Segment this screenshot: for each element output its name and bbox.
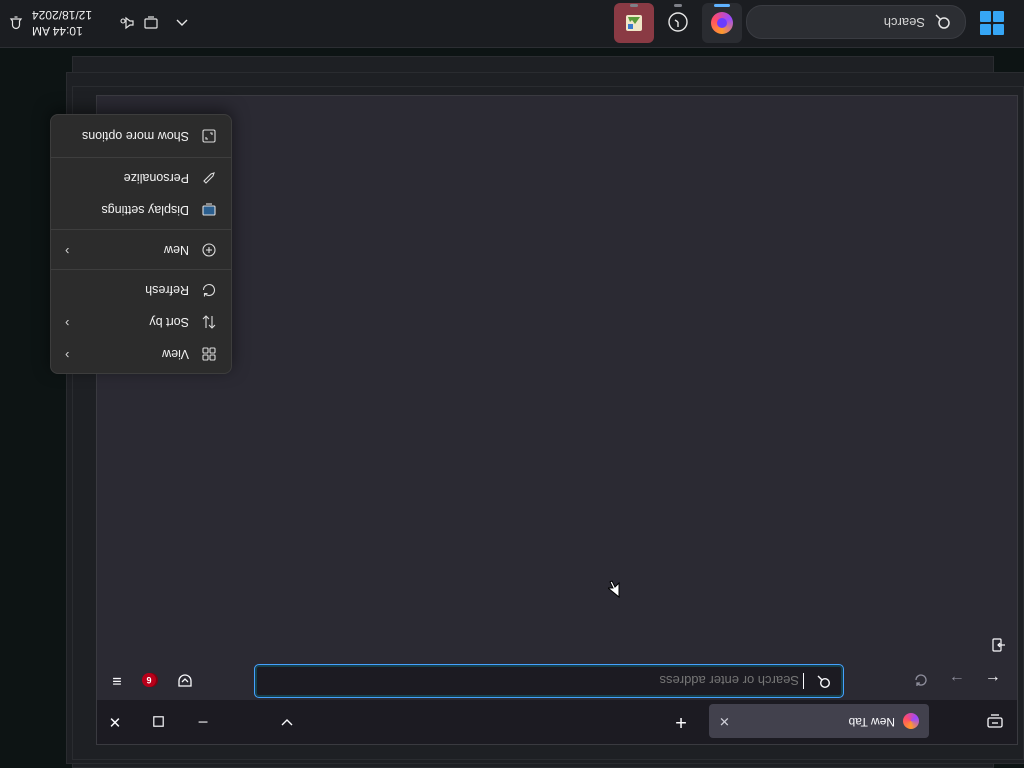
volume-icon — [120, 16, 134, 30]
new-tab-button[interactable]: + — [669, 710, 693, 734]
pocket-button[interactable] — [171, 666, 199, 694]
url-bar[interactable] — [254, 664, 844, 698]
menu-item-label: Personalize — [123, 171, 189, 185]
clock-icon — [668, 12, 688, 32]
list-all-tabs-button[interactable] — [275, 710, 299, 734]
sort-icon — [202, 315, 216, 329]
back-button[interactable]: ← — [979, 666, 1007, 694]
menu-item-new[interactable]: New › — [55, 235, 227, 265]
menu-item-label: Refresh — [145, 283, 189, 297]
desktop-context-menu: View › Sort by › Refresh New › Display s… — [50, 114, 232, 374]
reload-button[interactable] — [907, 666, 935, 694]
volume-button[interactable] — [116, 11, 138, 35]
menu-item-label: Show more options — [81, 129, 189, 143]
windows-logo-icon — [993, 11, 1004, 22]
plus-circle-icon — [202, 243, 216, 257]
pen-icon — [203, 172, 215, 184]
tab-strip: New Tab ✕ + – ✕ — [97, 700, 1017, 744]
chevron-right-icon: › — [65, 244, 70, 259]
search-icon — [817, 675, 831, 689]
menu-separator — [51, 157, 231, 158]
taskbar-search-box[interactable]: Search — [746, 5, 966, 39]
navigation-toolbar: ← → ≡ — [97, 659, 1017, 700]
taskbar-clock[interactable]: 10:44 AM 12/18/2024 — [32, 7, 102, 39]
menu-item-view[interactable]: View › — [55, 339, 227, 369]
extension-badge: 6 — [142, 673, 156, 687]
bell-icon — [9, 16, 23, 30]
import-icon — [992, 638, 1005, 652]
menu-item-display-settings[interactable]: Display settings — [55, 195, 227, 225]
menu-item-personalize[interactable]: Personalize — [55, 163, 227, 193]
minimize-button[interactable]: – — [189, 708, 217, 736]
app-menu-button[interactable]: ≡ — [103, 666, 131, 694]
menu-item-show-more-options[interactable]: Show more options — [55, 121, 227, 151]
chevron-right-icon: › — [65, 348, 70, 363]
photo-viewer-icon — [626, 15, 642, 31]
url-input[interactable] — [277, 670, 801, 692]
pocket-icon — [178, 674, 192, 687]
desktop-scene: New Tab ✕ + – ✕ ← → Search or enter addr… — [0, 0, 1024, 768]
menu-item-sort-by[interactable]: Sort by › — [55, 307, 227, 337]
search-icon — [935, 14, 950, 29]
expand-icon — [202, 129, 216, 143]
chevron-up-icon — [176, 19, 188, 26]
menu-separator — [51, 229, 231, 230]
start-button[interactable] — [980, 11, 1004, 35]
system-tray — [116, 0, 194, 47]
grid-icon — [202, 347, 216, 361]
close-button[interactable]: ✕ — [101, 708, 129, 736]
menu-item-label: Sort by — [149, 315, 189, 329]
chevron-down-icon — [281, 719, 293, 726]
taskbar-app-firefox[interactable] — [702, 3, 742, 43]
firefox-favicon-icon — [903, 713, 919, 729]
taskbar: Search 10:44 AM 12/18/2024 — [0, 0, 1024, 48]
windows-logo-icon — [993, 24, 1004, 35]
show-hidden-icons-button[interactable] — [170, 11, 194, 35]
import-bookmarks-button[interactable] — [989, 636, 1009, 654]
menu-item-label: Display settings — [101, 203, 189, 217]
running-indicator — [674, 4, 682, 7]
reload-icon — [915, 674, 927, 686]
taskbar-search-placeholder: Search — [883, 15, 925, 30]
bookmarks-toolbar — [97, 630, 1017, 660]
firefox-view-icon — [987, 714, 1003, 728]
tab-title: New Tab — [848, 715, 895, 729]
menu-item-refresh[interactable]: Refresh — [55, 275, 227, 305]
tab-new-tab[interactable]: New Tab ✕ — [709, 704, 929, 738]
menu-item-label: New — [163, 243, 189, 257]
running-indicator — [714, 4, 730, 7]
taskbar-app-clock[interactable] — [658, 3, 698, 43]
windows-logo-icon — [980, 24, 991, 35]
firefox-icon — [711, 12, 733, 34]
refresh-icon — [202, 284, 216, 297]
clock-time: 10:44 AM — [32, 24, 83, 38]
notifications-button[interactable] — [4, 11, 28, 35]
maximize-button[interactable] — [145, 708, 173, 736]
chevron-right-icon: › — [65, 316, 70, 331]
network-button[interactable] — [138, 11, 164, 35]
display-icon — [202, 203, 216, 216]
mouse-pointer-icon — [608, 580, 620, 598]
page-content[interactable] — [97, 96, 1017, 630]
firefox-view-button[interactable] — [981, 708, 1009, 734]
maximize-icon — [153, 716, 165, 728]
menu-separator — [51, 269, 231, 270]
text-caret — [803, 673, 804, 689]
firefox-window: New Tab ✕ + – ✕ ← → Search or enter addr… — [96, 95, 1018, 745]
forward-button[interactable]: → — [943, 666, 971, 694]
tab-close-icon[interactable]: ✕ — [719, 713, 730, 729]
windows-logo-icon — [980, 11, 991, 22]
clock-date: 12/18/2024 — [32, 8, 93, 22]
menu-item-label: View — [162, 347, 189, 361]
network-icon — [144, 16, 158, 29]
running-indicator — [630, 4, 638, 7]
taskbar-app-photos[interactable] — [614, 3, 654, 43]
